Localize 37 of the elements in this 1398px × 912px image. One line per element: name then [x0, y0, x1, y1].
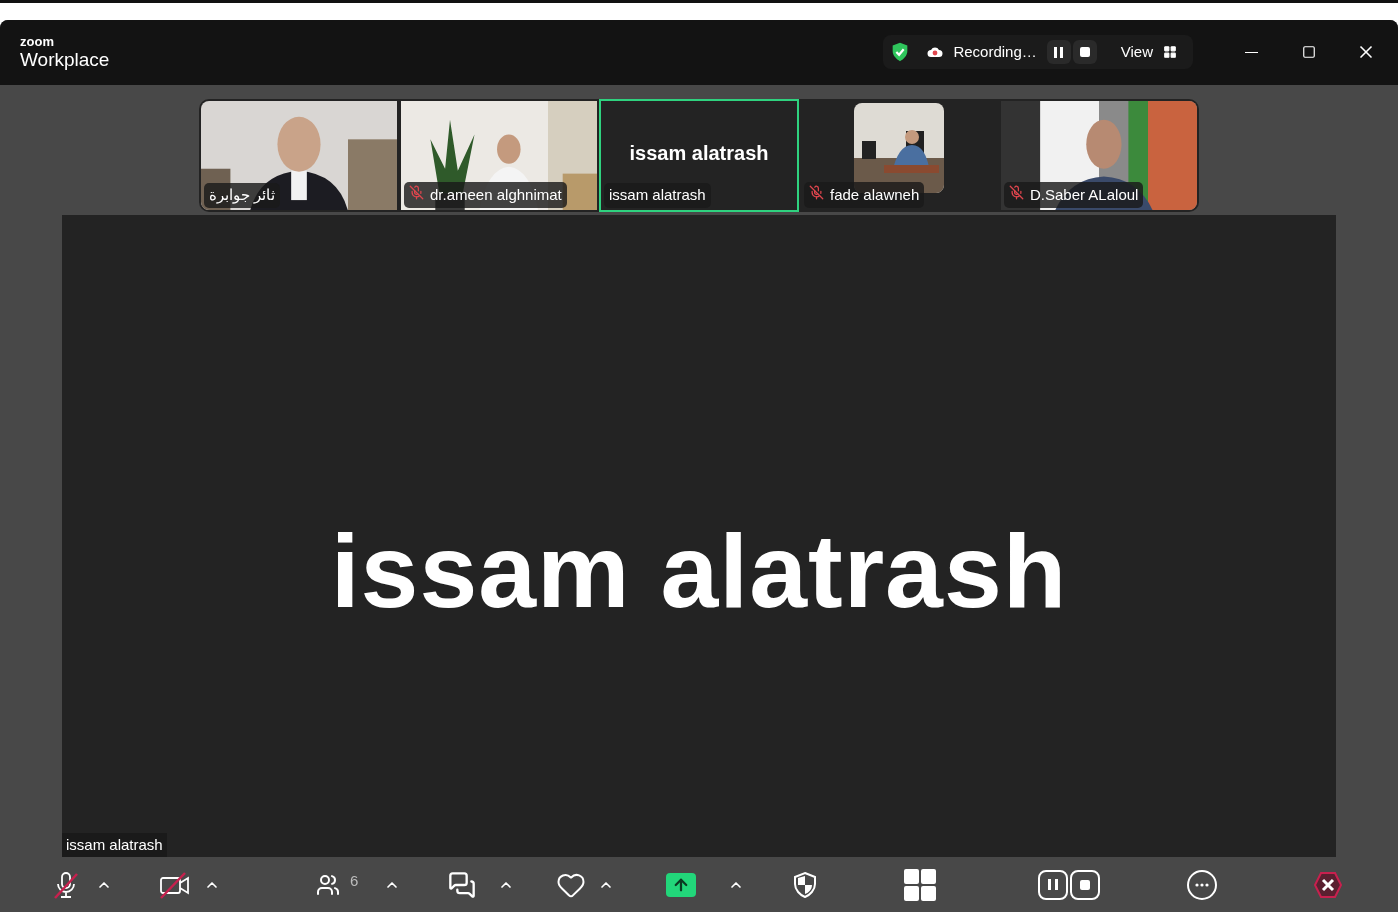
grid-icon: [1163, 45, 1177, 60]
video-tile[interactable]: dr.ameen alghnimat: [399, 98, 599, 212]
muted-mic-icon: [409, 184, 424, 200]
more-icon: [1195, 882, 1210, 887]
host-tools-button[interactable]: [792, 870, 819, 899]
video-tile[interactable]: issam alatrash issam alatrash: [599, 98, 799, 212]
pause-recording-button[interactable]: [1038, 869, 1069, 900]
more-button[interactable]: [1187, 869, 1218, 900]
view-button[interactable]: View: [1120, 41, 1187, 64]
chat-bubbles-icon: [448, 870, 477, 899]
brand-name: zoom: [20, 35, 55, 49]
participant-name: dr.ameen alghnimat: [430, 184, 562, 205]
participant-name: ثائر جوابرة: [209, 185, 276, 206]
video-tile[interactable]: ثائر جوابرة: [199, 98, 399, 212]
recording-status: Recording…: [953, 42, 1037, 63]
stop-recording-button[interactable]: [1070, 869, 1101, 900]
chat-button[interactable]: [448, 870, 477, 899]
participant-name: issam alatrash: [609, 185, 706, 206]
participant-display-name: issam alatrash: [629, 141, 769, 167]
participant-name: fade alawneh: [830, 184, 920, 205]
product-name: Workplace: [20, 50, 110, 70]
maximize-icon: [1301, 45, 1316, 60]
minimize-icon: [1245, 51, 1258, 54]
muted-mic-icon: [1009, 184, 1024, 200]
participants-button[interactable]: 6: [316, 872, 359, 897]
participant-name: D.Saber ALaloul: [1030, 184, 1139, 205]
video-tile[interactable]: fade alawneh: [799, 98, 999, 212]
people-icon: [316, 872, 340, 897]
speaker-name-label: issam alatrash: [62, 832, 167, 858]
speaker-display-name: issam alatrash: [330, 512, 1068, 631]
breakout-rooms-button[interactable]: [904, 868, 937, 901]
end-button[interactable]: [1313, 869, 1344, 900]
muted-mic-icon: [809, 184, 824, 200]
share-button[interactable]: [666, 872, 697, 897]
pause-recording-button[interactable]: [1046, 40, 1071, 65]
video-tile[interactable]: D.Saber ALaloul: [999, 98, 1199, 212]
stop-recording-button[interactable]: [1072, 40, 1097, 65]
